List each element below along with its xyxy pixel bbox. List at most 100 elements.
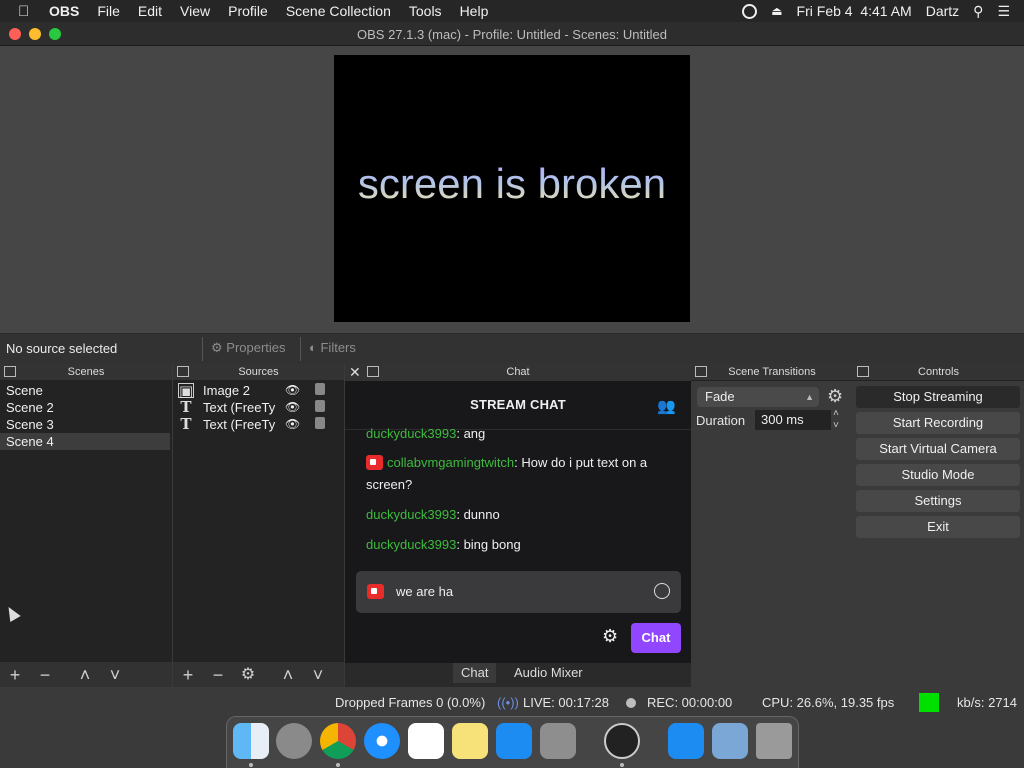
lock-icon[interactable] (315, 400, 325, 412)
start-virtual-camera-button[interactable]: Start Virtual Camera (856, 438, 1020, 460)
move-scene-up-icon[interactable]: ˄ (70, 662, 100, 688)
chat-username[interactable]: duckyduck3993 (366, 426, 456, 441)
scene-item[interactable]: Scene (0, 382, 170, 399)
chat-username[interactable]: duckyduck3993 (366, 507, 456, 522)
close-dock-icon[interactable]: ✕ (349, 363, 361, 381)
duration-stepper-down-icon[interactable]: ˅ (833, 420, 839, 431)
move-scene-down-icon[interactable]: ˅ (100, 662, 130, 688)
transitions-title: Scene Transitions (728, 366, 816, 378)
app-store-folder-icon[interactable] (668, 723, 704, 759)
app-store-icon[interactable] (496, 723, 532, 759)
exit-button[interactable]: Exit (856, 516, 1020, 538)
menu-help[interactable]: Help (451, 3, 498, 19)
tab-audio-mixer[interactable]: Audio Mixer (506, 663, 591, 683)
menu-file[interactable]: File (88, 3, 129, 19)
lock-icon[interactable] (315, 383, 325, 395)
transition-selected-value: Fade (705, 389, 735, 404)
menu-app-name[interactable]: OBS (40, 3, 88, 19)
preview-area[interactable]: screen is broken (0, 46, 1024, 333)
users-list-icon[interactable]: 👥 (657, 397, 676, 415)
source-item[interactable]: ▣ Image 2 👁 (173, 382, 343, 399)
obs-status-icon[interactable] (742, 3, 758, 19)
obs-studio-icon[interactable] (604, 723, 640, 759)
add-source-icon[interactable]: + (173, 662, 203, 688)
gear-icon: ⚙ (211, 340, 223, 355)
settings-button[interactable]: Settings (856, 490, 1020, 512)
source-item[interactable]: T Text (FreeTy 👁 (173, 399, 343, 416)
chat-username[interactable]: duckyduck3993 (366, 537, 456, 552)
scenes-footer: + − ˄ ˅ (0, 661, 172, 687)
control-center-icon[interactable]: ☰ (997, 3, 1010, 20)
notes-icon[interactable] (452, 723, 488, 759)
float-dock-icon[interactable] (177, 366, 189, 377)
scene-item[interactable]: Scene 3 (0, 416, 170, 433)
source-item[interactable]: T Text (FreeTy 👁 (173, 416, 343, 433)
transitions-dock-header: Scene Transitions (691, 363, 853, 381)
menu-scene-collection[interactable]: Scene Collection (277, 3, 400, 19)
dropped-frames: Dropped Frames 0 (0.0%) (335, 695, 486, 710)
cpu-usage: CPU: 26.6%, 19.35 fps (762, 695, 895, 710)
chat-message: duckyduck3993: dunno (366, 504, 676, 526)
chrome-icon[interactable] (320, 723, 356, 759)
float-dock-icon[interactable] (4, 366, 16, 377)
menu-profile[interactable]: Profile (219, 3, 277, 19)
tab-chat[interactable]: Chat (453, 663, 497, 683)
photo-stack-icon[interactable] (712, 723, 748, 759)
dock-tab-bar: Chat Audio Mixer (345, 663, 691, 687)
sources-footer: + − ⚙ ˄ ˅ (173, 661, 344, 687)
move-source-up-icon[interactable]: ˄ (273, 662, 303, 688)
studio-mode-button[interactable]: Studio Mode (856, 464, 1020, 486)
menu-tools[interactable]: Tools (400, 3, 451, 19)
duration-input[interactable]: 300 ms (755, 410, 831, 430)
launchpad-icon[interactable] (276, 723, 312, 759)
remove-scene-icon[interactable]: − (30, 662, 60, 688)
emoji-picker-icon[interactable] (654, 583, 670, 599)
spotlight-search-icon[interactable]: ⚲ (973, 3, 983, 20)
visibility-eye-icon[interactable]: 👁 (285, 382, 300, 399)
start-recording-button[interactable]: Start Recording (856, 412, 1020, 434)
add-scene-icon[interactable]: + (0, 662, 30, 688)
scene-item[interactable]: Scene 2 (0, 399, 170, 416)
float-dock-icon[interactable] (857, 366, 869, 377)
stream-chat-title: STREAM CHAT (470, 397, 566, 412)
sources-dock: Sources ▣ Image 2 👁 T Text (FreeTy 👁 T T… (173, 363, 344, 687)
move-source-down-icon[interactable]: ˅ (303, 662, 333, 688)
menu-view[interactable]: View (171, 3, 219, 19)
float-dock-icon[interactable] (367, 366, 379, 377)
eject-icon[interactable]: ⏏ (771, 4, 782, 18)
menu-datetime[interactable]: Fri Feb 4 4:41 AM (797, 3, 912, 19)
trash-icon[interactable] (756, 723, 792, 759)
transition-select[interactable]: Fade ▲▼ (697, 387, 819, 422)
sources-dock-header: Sources (173, 363, 344, 381)
apple-menu-icon[interactable]:  (18, 3, 40, 20)
calendar-icon[interactable] (408, 723, 444, 759)
chat-input[interactable]: we are ha (356, 571, 681, 613)
visibility-eye-icon[interactable]: 👁 (285, 399, 300, 416)
chat-dock-title: Chat (506, 366, 530, 378)
controls-title: Controls (918, 366, 959, 378)
duration-stepper-up-icon[interactable]: ˄ (833, 408, 839, 419)
stop-streaming-button[interactable]: Stop Streaming (856, 386, 1020, 408)
chat-send-button[interactable]: Chat (631, 623, 681, 653)
filters-button[interactable]: ◐ Filters (300, 337, 364, 361)
source-settings-gear-icon[interactable]: ⚙ (233, 662, 263, 688)
preview-canvas[interactable]: screen is broken (334, 55, 690, 322)
menu-user[interactable]: Dartz (926, 3, 959, 19)
scenes-dock-header: Scenes (0, 363, 172, 381)
system-preferences-icon[interactable] (540, 723, 576, 759)
chat-settings-gear-icon[interactable]: ⚙ (602, 626, 618, 647)
remove-source-icon[interactable]: − (203, 662, 233, 688)
transition-settings-gear-icon[interactable]: ⚙ (827, 386, 843, 407)
no-source-label: No source selected (6, 341, 118, 356)
chat-username[interactable]: collabvmgamingtwitch (387, 455, 514, 470)
float-dock-icon[interactable] (695, 366, 707, 377)
menu-edit[interactable]: Edit (129, 3, 171, 19)
window-title: OBS 27.1.3 (mac) - Profile: Untitled - S… (357, 27, 667, 42)
lock-icon[interactable] (315, 417, 325, 429)
safari-icon[interactable] (364, 723, 400, 759)
finder-icon[interactable] (233, 723, 269, 759)
scene-item-selected[interactable]: Scene 4 (0, 433, 170, 450)
chat-message: duckyduck3993: bing bong (366, 534, 676, 556)
visibility-eye-icon[interactable]: 👁 (285, 416, 300, 433)
properties-button[interactable]: ⚙ Properties (202, 337, 294, 361)
